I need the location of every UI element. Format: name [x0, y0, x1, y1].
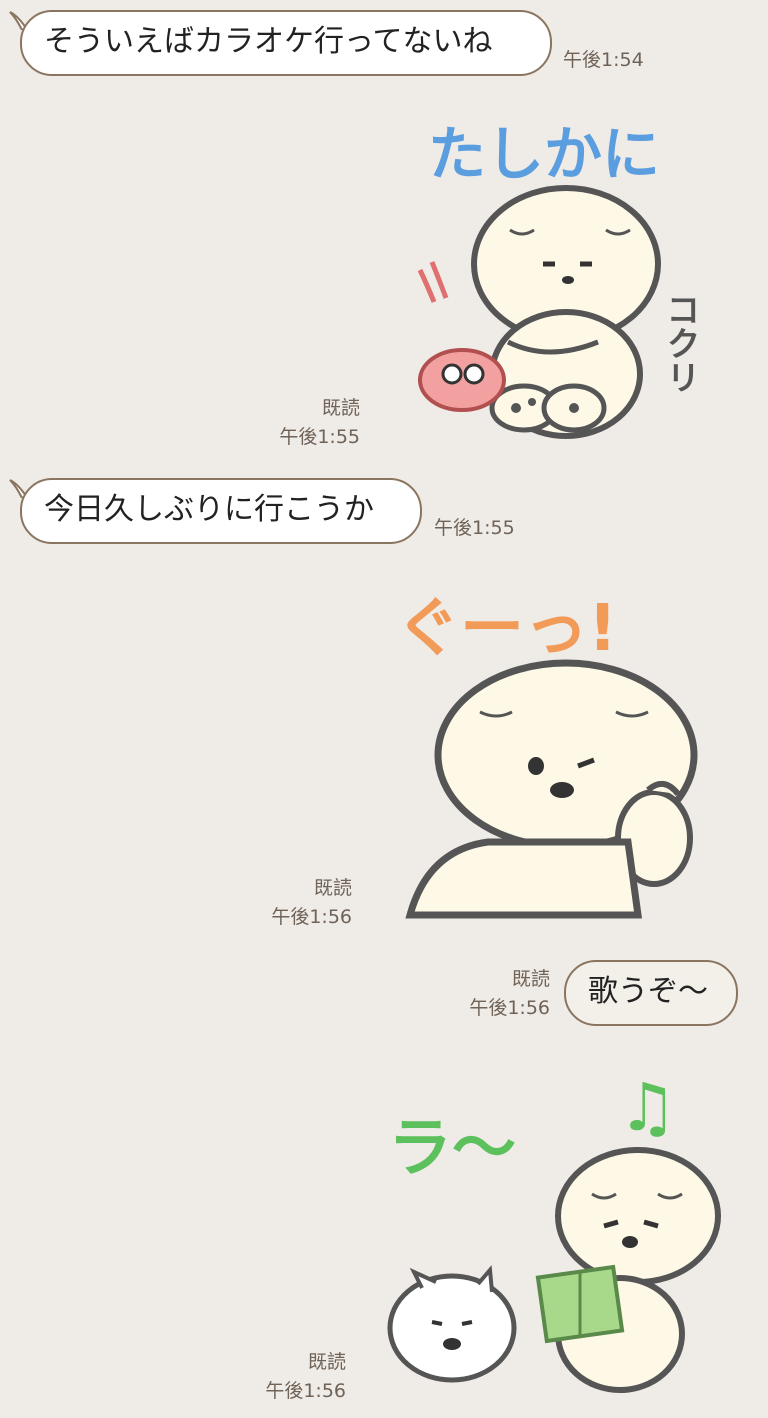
message-time: 午後1:54 — [563, 49, 644, 71]
sticker-sound-text: コクリ — [660, 292, 700, 394]
outgoing-message-bubble[interactable]: 歌うぞ〜 — [564, 960, 738, 1026]
message-time: 午後1:55 — [279, 426, 360, 448]
sticker-caption: たしかに — [428, 120, 660, 188]
message-time: 午後1:56 — [265, 1380, 346, 1402]
read-receipt: 既読 — [313, 877, 352, 899]
read-receipt: 既読 — [321, 397, 360, 419]
bear-sticker-thumbs-up-icon[interactable]: ぐーっ! — [388, 580, 728, 925]
sticker-caption: ぐーっ! — [396, 592, 617, 666]
bear-sticker-nodding-icon[interactable]: たしかに コクリ — [398, 112, 718, 442]
incoming-message-bubble[interactable]: 今日久しぶりに行こうか — [20, 478, 422, 544]
message-text: そういえばカラオケ行ってないね — [44, 24, 493, 59]
incoming-message-bubble[interactable]: そういえばカラオケ行ってないね — [20, 10, 552, 76]
read-receipt: 既読 — [307, 1351, 346, 1373]
message-time: 午後1:56 — [271, 906, 352, 928]
message-time: 午後1:56 — [469, 997, 550, 1019]
sticker-sound-text: ♫ — [618, 1069, 677, 1146]
message-text: 今日久しぶりに行こうか — [44, 492, 374, 527]
bear-sticker-singing-icon[interactable]: ラ〜 ♫ — [382, 1066, 724, 1396]
sticker-caption: ラ〜 — [388, 1112, 516, 1186]
read-receipt: 既読 — [511, 968, 550, 990]
message-text: 歌うぞ〜 — [588, 974, 708, 1009]
message-time: 午後1:55 — [434, 517, 515, 539]
